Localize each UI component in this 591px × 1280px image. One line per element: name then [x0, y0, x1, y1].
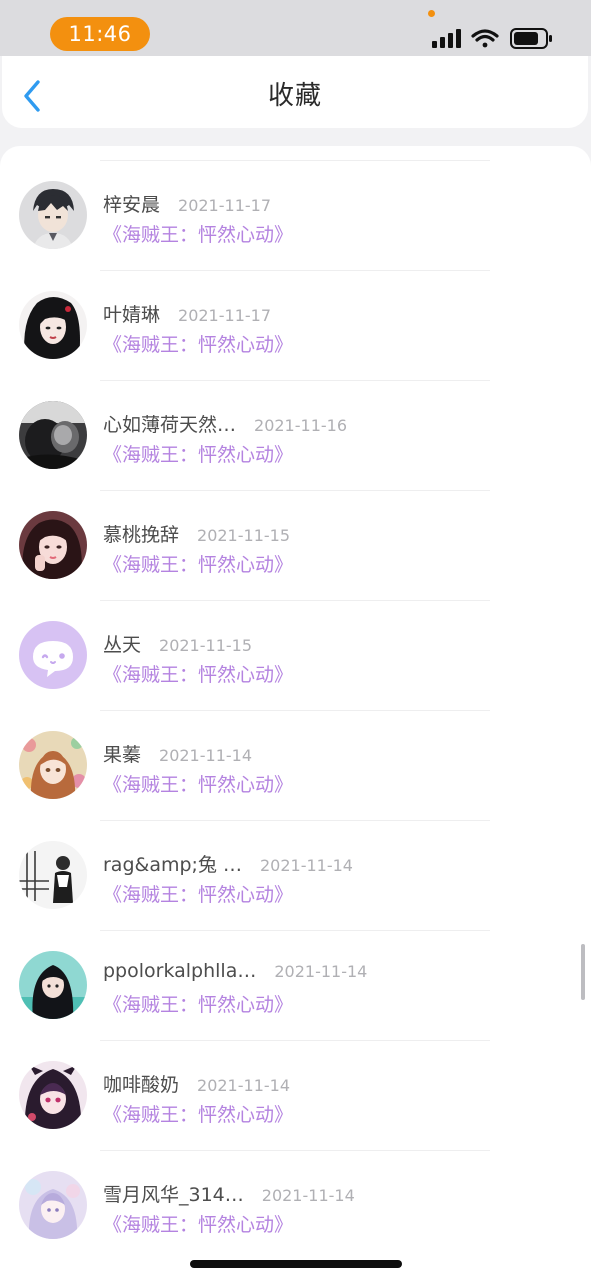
favorite-date: 2021-11-15: [159, 636, 252, 655]
privacy-indicator-dot: [428, 10, 435, 17]
signal-icon: [432, 29, 461, 48]
divider: [100, 1150, 490, 1151]
user-name[interactable]: 咖啡酸奶 2021-11-14: [103, 1070, 290, 1097]
favorite-date: 2021-11-17: [178, 306, 271, 325]
avatar[interactable]: [19, 181, 87, 249]
wifi-icon: [471, 29, 499, 48]
user-name[interactable]: ppolorkalphlla… 2021-11-14: [103, 960, 367, 982]
user-name-text[interactable]: rag&amp;兔 …: [103, 854, 242, 876]
user-name-text[interactable]: 咖啡酸奶: [103, 1074, 179, 1096]
divider: [100, 380, 490, 381]
status-bar: 11:46: [0, 0, 591, 56]
work-title-link[interactable]: 《海贼王：怦然心动》: [103, 330, 293, 357]
avatar[interactable]: [19, 511, 87, 579]
divider: [100, 600, 490, 601]
user-name[interactable]: 果蓁 2021-11-14: [103, 740, 252, 767]
user-name[interactable]: 叶婧琳 2021-11-17: [103, 300, 271, 327]
avatar[interactable]: [19, 1061, 87, 1129]
divider: [100, 820, 490, 821]
divider: [100, 930, 490, 931]
divider: [100, 270, 490, 271]
avatar[interactable]: [19, 401, 87, 469]
favorite-item[interactable]: rag&amp;兔 … 2021-11-14 《海贼王：怦然心动》: [0, 820, 591, 930]
divider: [100, 710, 490, 711]
favorite-date: 2021-11-17: [178, 196, 271, 215]
favorite-date: 2021-11-16: [254, 416, 347, 435]
user-name[interactable]: 心如薄荷天然… 2021-11-16: [103, 410, 347, 437]
work-title-link[interactable]: 《海贼王：怦然心动》: [103, 990, 293, 1017]
user-name-text[interactable]: 梓安晨: [103, 194, 160, 216]
avatar[interactable]: [19, 951, 87, 1019]
user-name[interactable]: 梓安晨 2021-11-17: [103, 190, 271, 217]
avatar[interactable]: [19, 621, 87, 689]
user-name-text[interactable]: 雪月风华_314…: [103, 1184, 244, 1206]
nav-header: 收藏: [2, 56, 588, 128]
favorite-date: 2021-11-14: [261, 1186, 355, 1205]
favorite-date: 2021-11-14: [274, 962, 368, 981]
work-title-link[interactable]: 《海贼王：怦然心动》: [103, 220, 293, 247]
avatar[interactable]: [19, 841, 87, 909]
work-title-link[interactable]: 《海贼王：怦然心动》: [103, 550, 293, 577]
user-name-text[interactable]: ppolorkalphlla…: [103, 960, 256, 982]
back-button[interactable]: [16, 76, 50, 116]
user-name-text[interactable]: 果蓁: [103, 744, 141, 766]
favorites-list[interactable]: 梓安晨 2021-11-17 《海贼王：怦然心动》 叶婧琳 2021-11-17 《…: [0, 146, 591, 1280]
work-title-link[interactable]: 《海贼王：怦然心动》: [103, 1100, 293, 1127]
avatar[interactable]: [19, 1171, 87, 1239]
user-name[interactable]: 雪月风华_314… 2021-11-14: [103, 1180, 355, 1207]
favorite-item[interactable]: 慕桃挽辞 2021-11-15 《海贼王：怦然心动》: [0, 490, 591, 600]
battery-icon: [510, 28, 552, 49]
divider: [100, 490, 490, 491]
favorite-item[interactable]: 心如薄荷天然… 2021-11-16 《海贼王：怦然心动》: [0, 380, 591, 490]
home-indicator[interactable]: [190, 1260, 402, 1268]
favorite-date: 2021-11-14: [159, 746, 252, 765]
user-name-text[interactable]: 叶婧琳: [103, 304, 160, 326]
scrollbar-thumb[interactable]: [581, 944, 585, 1000]
user-name[interactable]: 丛天 2021-11-15: [103, 630, 252, 657]
divider: [100, 160, 490, 161]
work-title-link[interactable]: 《海贼王：怦然心动》: [103, 660, 293, 687]
status-time: 11:46: [50, 17, 150, 51]
favorite-date: 2021-11-15: [197, 526, 290, 545]
user-name-text[interactable]: 丛天: [103, 634, 141, 656]
favorite-item[interactable]: 雪月风华_314… 2021-11-14 《海贼王：怦然心动》: [0, 1150, 591, 1260]
page-title: 收藏: [267, 81, 322, 111]
status-icons: [432, 28, 552, 49]
divider: [100, 1040, 490, 1041]
favorite-item[interactable]: 叶婧琳 2021-11-17 《海贼王：怦然心动》: [0, 270, 591, 380]
favorite-date: 2021-11-14: [259, 856, 353, 875]
work-title-link[interactable]: 《海贼王：怦然心动》: [103, 1210, 293, 1237]
user-name-text[interactable]: 心如薄荷天然…: [103, 414, 236, 436]
avatar[interactable]: [19, 291, 87, 359]
favorite-item[interactable]: 咖啡酸奶 2021-11-14 《海贼王：怦然心动》: [0, 1040, 591, 1150]
work-title-link[interactable]: 《海贼王：怦然心动》: [103, 880, 293, 907]
favorite-item[interactable]: 果蓁 2021-11-14 《海贼王：怦然心动》: [0, 710, 591, 820]
favorite-item[interactable]: 梓安晨 2021-11-17 《海贼王：怦然心动》: [0, 160, 591, 270]
user-name-text[interactable]: 慕桃挽辞: [103, 524, 179, 546]
work-title-link[interactable]: 《海贼王：怦然心动》: [103, 770, 293, 797]
favorite-item[interactable]: 丛天 2021-11-15 《海贼王：怦然心动》: [0, 600, 591, 710]
favorite-date: 2021-11-14: [197, 1076, 290, 1095]
favorite-item[interactable]: ppolorkalphlla… 2021-11-14 《海贼王：怦然心动》: [0, 930, 591, 1040]
chevron-left-icon: [24, 80, 40, 112]
user-name[interactable]: rag&amp;兔 … 2021-11-14: [103, 850, 353, 877]
chat-bubble-icon: [19, 621, 87, 689]
user-name[interactable]: 慕桃挽辞 2021-11-15: [103, 520, 290, 547]
work-title-link[interactable]: 《海贼王：怦然心动》: [103, 440, 293, 467]
avatar[interactable]: [19, 731, 87, 799]
